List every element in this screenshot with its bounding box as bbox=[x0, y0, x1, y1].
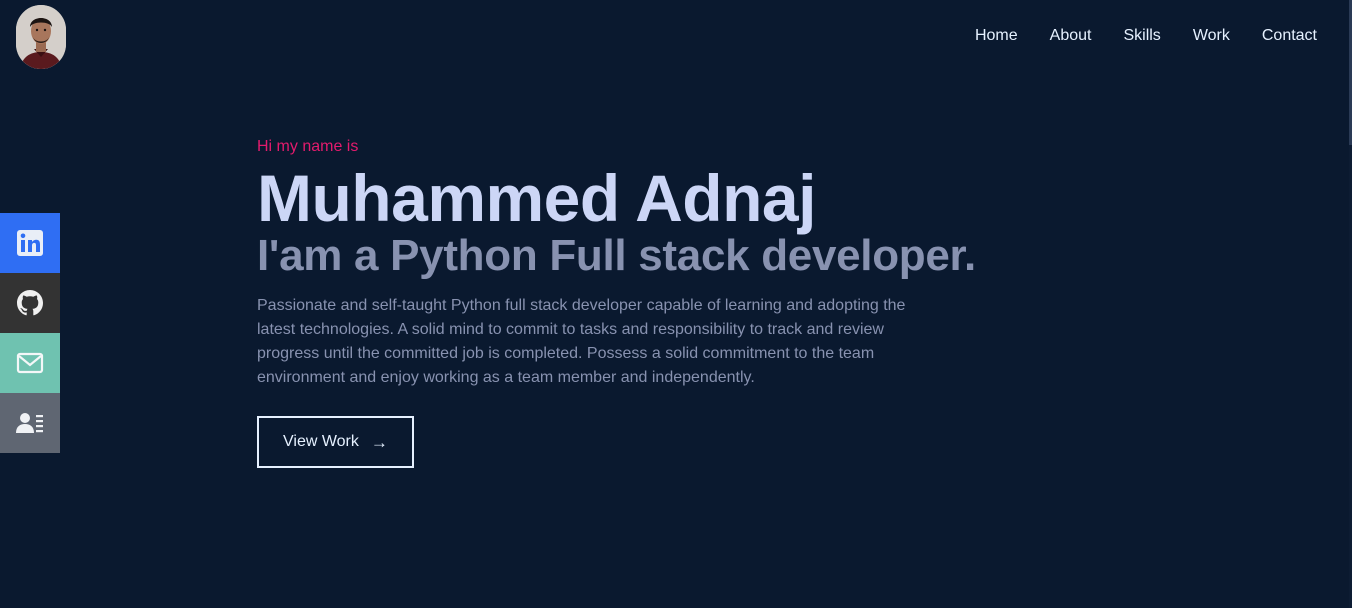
github-link[interactable] bbox=[0, 273, 60, 333]
nav-about[interactable]: About bbox=[1050, 26, 1092, 46]
avatar-photo bbox=[16, 5, 66, 69]
mail-icon bbox=[16, 352, 44, 374]
page: Home About Skills Work Contact Hi my nam… bbox=[0, 0, 1352, 608]
hero-tagline: I'am a Python Full stack developer. bbox=[257, 231, 976, 280]
main-nav: Home About Skills Work Contact bbox=[975, 26, 1317, 46]
view-work-button[interactable]: View Work → bbox=[257, 416, 414, 468]
nav-skills[interactable]: Skills bbox=[1123, 26, 1160, 46]
nav-home[interactable]: Home bbox=[975, 26, 1018, 46]
github-icon bbox=[17, 290, 43, 316]
linkedin-link[interactable] bbox=[0, 213, 60, 273]
mail-link[interactable] bbox=[0, 333, 60, 393]
hero-name: Muhammed Adnaj bbox=[257, 161, 816, 235]
hero-bio: Passionate and self-taught Python full s… bbox=[257, 297, 906, 386]
greeting-text: Hi my name is bbox=[257, 138, 359, 155]
linkedin-icon bbox=[17, 230, 43, 256]
resume-link[interactable] bbox=[0, 393, 60, 453]
nav-work[interactable]: Work bbox=[1193, 26, 1230, 46]
social-sidebar bbox=[0, 213, 60, 453]
avatar[interactable] bbox=[16, 5, 66, 69]
view-work-label: View Work bbox=[283, 433, 359, 450]
resume-icon bbox=[16, 413, 43, 433]
nav-contact[interactable]: Contact bbox=[1262, 26, 1317, 46]
hero-section: Hi my name is Muhammed Adnaj I'am a Pyth… bbox=[257, 137, 1077, 468]
arrow-right-icon: → bbox=[370, 432, 388, 452]
